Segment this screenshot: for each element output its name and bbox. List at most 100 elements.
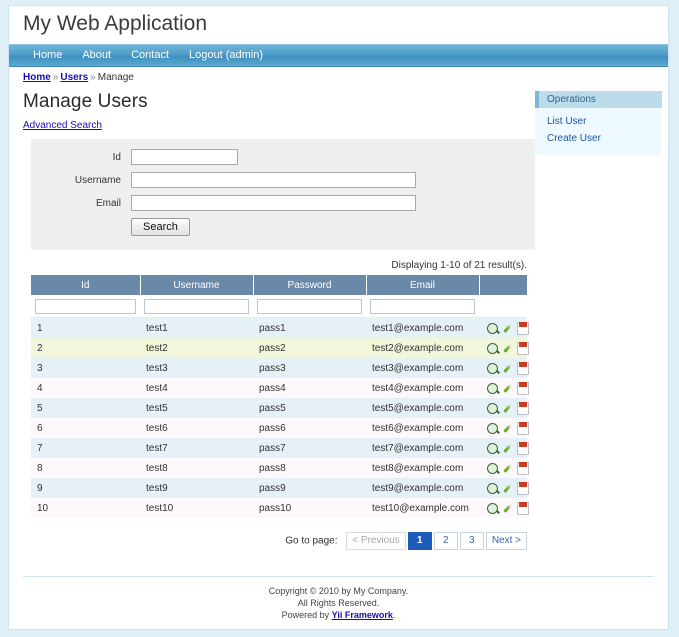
view-icon[interactable] [487,363,498,374]
table-row[interactable]: 8test8pass8test8@example.com [31,458,527,478]
breadcrumb: Home»Users»Manage [9,67,668,85]
table-row[interactable]: 10test10pass10test10@example.com [31,498,527,518]
footer-copyright: Copyright © 2010 by My Company. [9,585,668,597]
view-icon[interactable] [487,343,498,354]
pager-previous[interactable]: < Previous [346,532,406,550]
update-icon[interactable] [502,403,513,414]
filter-input-email[interactable] [370,299,475,314]
nav-item-about[interactable]: About [72,45,121,66]
cell-actions [479,358,527,378]
breadcrumb-link-home[interactable]: Home [23,72,51,83]
portlet-title: Operations [535,91,662,108]
nav-item-home[interactable]: Home [23,45,72,66]
cell-email: test9@example.com [366,478,479,498]
view-icon[interactable] [487,443,498,454]
pager-page-link-3[interactable]: 3 [460,532,484,550]
filter-input-password[interactable] [257,299,362,314]
nav-link-contact[interactable]: Contact [121,45,179,66]
table-row[interactable]: 7test7pass7test7@example.com [31,438,527,458]
nav-item-logout[interactable]: Logout (admin) [179,45,273,66]
delete-icon[interactable] [517,362,529,375]
footer-powered-by: Powered by Yii Framework. [9,609,668,621]
delete-icon[interactable] [517,402,529,415]
nav-link-about[interactable]: About [72,45,121,66]
column-header-email[interactable]: Email [366,275,479,296]
update-icon[interactable] [502,483,513,494]
filter-cell-email [366,296,479,318]
pager-next[interactable]: Next > [486,532,527,550]
breadcrumb-current: Manage [98,72,134,83]
grid-body: 1test1pass1test1@example.com2test2pass2t… [31,318,527,519]
label-email: Email [31,198,131,209]
search-button[interactable]: Search [131,218,190,236]
search-input-email[interactable] [131,195,416,211]
table-row[interactable]: 2test2pass2test2@example.com [31,338,527,358]
search-input-username[interactable] [131,172,416,188]
pager-page-link-1[interactable]: 1 [408,532,432,550]
nav-link-logout[interactable]: Logout (admin) [179,45,273,66]
update-icon[interactable] [502,443,513,454]
cell-email: test7@example.com [366,438,479,458]
pager-page-3[interactable]: 3 [460,532,484,550]
update-icon[interactable] [502,423,513,434]
cell-id: 3 [31,358,140,378]
sidebar-item-list-user[interactable]: List User [535,113,662,130]
view-icon[interactable] [487,403,498,414]
delete-icon[interactable] [517,502,529,515]
cell-username: test3 [140,358,253,378]
column-header-username[interactable]: Username [140,275,253,296]
main-navigation: Home About Contact Logout (admin) [9,44,668,67]
cell-username: test7 [140,438,253,458]
delete-icon[interactable] [517,342,529,355]
pager-list: < Previous 1 2 3 Next > [344,532,527,550]
search-input-id[interactable] [131,149,238,165]
delete-icon[interactable] [517,322,529,335]
table-row[interactable]: 4test4pass4test4@example.com [31,378,527,398]
pager-page-link-2[interactable]: 2 [434,532,458,550]
update-icon[interactable] [502,343,513,354]
advanced-search-toggle[interactable]: Advanced Search [23,120,102,131]
column-header-password[interactable]: Password [253,275,366,296]
footer-yii-link[interactable]: Yii Framework [332,610,393,620]
table-row[interactable]: 1test1pass1test1@example.com [31,318,527,339]
view-icon[interactable] [487,323,498,334]
delete-icon[interactable] [517,382,529,395]
breadcrumb-link-users[interactable]: Users [60,72,88,83]
view-icon[interactable] [487,483,498,494]
pager-previous-link[interactable]: < Previous [346,532,406,550]
pager-next-link[interactable]: Next > [486,532,527,550]
filter-input-username[interactable] [144,299,249,314]
cell-password: pass9 [253,478,366,498]
view-icon[interactable] [487,503,498,514]
pager-page-2[interactable]: 2 [434,532,458,550]
breadcrumb-separator: » [88,72,98,83]
view-icon[interactable] [487,463,498,474]
update-icon[interactable] [502,363,513,374]
nav-link-home[interactable]: Home [23,45,72,66]
delete-icon[interactable] [517,482,529,495]
page-title: Manage Users [23,91,529,113]
view-icon[interactable] [487,423,498,434]
update-icon[interactable] [502,463,513,474]
table-row[interactable]: 6test6pass6test6@example.com [31,418,527,438]
pager-page-1[interactable]: 1 [408,532,432,550]
sidebar-link-create-user[interactable]: Create User [535,130,662,147]
table-row[interactable]: 9test9pass9test9@example.com [31,478,527,498]
sidebar-item-create-user[interactable]: Create User [535,130,662,147]
table-row[interactable]: 5test5pass5test5@example.com [31,398,527,418]
delete-icon[interactable] [517,442,529,455]
cell-password: pass5 [253,398,366,418]
column-header-id[interactable]: Id [31,275,140,296]
filter-input-id[interactable] [35,299,136,314]
delete-icon[interactable] [517,422,529,435]
delete-icon[interactable] [517,462,529,475]
table-row[interactable]: 3test3pass3test3@example.com [31,358,527,378]
update-icon[interactable] [502,503,513,514]
view-icon[interactable] [487,383,498,394]
sidebar-link-list-user[interactable]: List User [535,113,662,130]
nav-item-contact[interactable]: Contact [121,45,179,66]
update-icon[interactable] [502,383,513,394]
grid-head: Id Username Password Email [31,275,527,318]
advanced-search-form: Id Username Email Search [31,139,535,250]
update-icon[interactable] [502,323,513,334]
